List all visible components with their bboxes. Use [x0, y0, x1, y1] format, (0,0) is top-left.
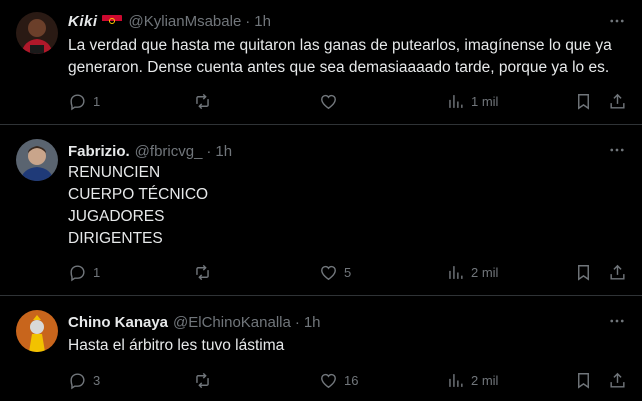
separator: · — [206, 142, 212, 160]
username[interactable]: @KylianMsabale — [129, 13, 242, 30]
more-icon[interactable] — [608, 312, 626, 330]
reply-button[interactable]: 1 — [68, 89, 100, 113]
views-count: 1 mil — [471, 93, 499, 109]
bookmark-button[interactable] — [574, 260, 593, 284]
views-icon — [449, 265, 463, 279]
more-icon[interactable] — [608, 141, 626, 159]
like-button[interactable]: 16 — [319, 368, 358, 392]
timestamp[interactable]: 1h — [304, 314, 321, 331]
action-bar: 1 1 mil — [60, 89, 630, 113]
avatar[interactable] — [16, 139, 58, 181]
timestamp[interactable]: 1h — [254, 13, 271, 30]
tweet-text: RENUNCIEN CUERPO TÉCNICO JUGADORES DIRIG… — [68, 164, 209, 247]
action-bar: 3 16 2 mil — [60, 368, 630, 392]
share-icon — [610, 264, 625, 280]
avatar[interactable] — [16, 310, 58, 352]
reply-button[interactable]: 3 — [68, 368, 100, 392]
avatar[interactable] — [16, 12, 58, 54]
more-icon[interactable] — [608, 12, 626, 30]
retweet-icon — [196, 372, 209, 388]
reply-count: 1 — [93, 264, 101, 280]
tweet-3[interactable]: Chino Kanaya @ElChinoKanalla · 1h Hasta … — [0, 296, 642, 401]
retweet-icon — [196, 264, 209, 280]
separator: · — [245, 12, 251, 30]
share-button[interactable] — [608, 89, 627, 113]
bookmark-icon — [578, 93, 589, 110]
separator: · — [294, 313, 300, 331]
display-name[interactable]: Chino Kanaya — [68, 314, 168, 331]
tweet-1[interactable]: Kiki @KylianMsabale · 1h La verdad que h… — [0, 0, 642, 125]
tweet-2[interactable]: Fabrizio. @fbricvg_ · 1h RENUNCIEN CUERP… — [0, 125, 642, 296]
like-icon — [321, 94, 336, 109]
share-button[interactable] — [608, 260, 627, 284]
retweet-icon — [196, 93, 209, 109]
display-name[interactable]: Fabrizio. — [68, 143, 130, 160]
reply-icon — [70, 372, 85, 389]
like-button[interactable] — [319, 89, 344, 113]
share-icon — [610, 93, 625, 109]
reply-button[interactable]: 1 — [68, 260, 100, 284]
tweet-header: Chino Kanaya @ElChinoKanalla · 1h — [68, 312, 321, 332]
views-icon — [449, 373, 463, 387]
timestamp[interactable]: 1h — [215, 143, 232, 160]
angola-flag-icon — [101, 14, 122, 28]
username[interactable]: @fbricvg_ — [135, 143, 203, 160]
tweet-header: Fabrizio. @fbricvg_ · 1h — [68, 141, 232, 161]
views-count: 2 mil — [471, 372, 499, 388]
views-count: 2 mil — [471, 264, 499, 280]
retweet-button[interactable] — [193, 368, 218, 392]
reply-icon — [70, 264, 85, 281]
reply-count: 1 — [93, 93, 101, 109]
like-count: 5 — [344, 264, 352, 280]
views-button[interactable]: 2 mil — [446, 368, 498, 392]
share-icon — [610, 372, 625, 388]
bookmark-button[interactable] — [574, 89, 593, 113]
views-button[interactable]: 2 mil — [446, 260, 498, 284]
share-button[interactable] — [608, 368, 627, 392]
display-name[interactable]: Kiki — [68, 13, 98, 30]
like-icon — [321, 265, 336, 280]
username[interactable]: @ElChinoKanalla — [173, 314, 291, 331]
like-button[interactable]: 5 — [319, 260, 351, 284]
views-icon — [449, 94, 463, 108]
retweet-button[interactable] — [193, 260, 218, 284]
views-button[interactable]: 1 mil — [446, 89, 498, 113]
tweet-header: Kiki @KylianMsabale · 1h — [68, 11, 271, 31]
retweet-button[interactable] — [193, 89, 218, 113]
action-bar: 1 5 2 mil — [60, 260, 630, 284]
tweet-text: La verdad que hasta me quitaron las gana… — [68, 37, 612, 76]
reply-count: 3 — [93, 372, 101, 388]
tweet-text: Hasta el árbitro les tuvo lástima — [68, 337, 285, 354]
bookmark-button[interactable] — [574, 368, 593, 392]
like-count: 16 — [344, 372, 359, 388]
bookmark-icon — [578, 372, 589, 389]
like-icon — [321, 373, 336, 388]
bookmark-icon — [578, 264, 589, 281]
reply-icon — [70, 93, 85, 110]
